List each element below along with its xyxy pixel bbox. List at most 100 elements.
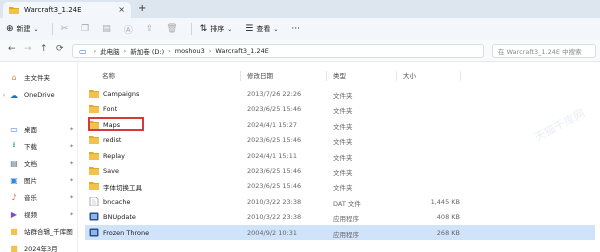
tab-warcraft3[interactable]: Warcraft3_1.24E × (3, 2, 131, 18)
new-tab-button[interactable]: + (138, 3, 146, 14)
chevron-right-icon: › (93, 47, 97, 55)
sidebar-item-folder-1[interactable]: ■ 站群合辑_千库图 (0, 224, 78, 238)
sidebar-item-documents[interactable]: ▤ 文档 ✦ (0, 156, 78, 170)
column-header-date[interactable]: 修改日期 (247, 70, 273, 82)
navigation-pane: ⌂ 主文件夹 › ☁ OneDrive ▭ 桌面 ✦ ⭳ 下载 ✦ ▤ 文档 ✦… (0, 62, 78, 252)
file-row[interactable]: Maps 2024/4/1 15:27 文件夹 (85, 117, 595, 132)
file-type: 文件夹 (333, 92, 353, 100)
view-label: 查看 (256, 25, 271, 33)
file-row[interactable]: Campaigns 2013/7/26 22:26 文件夹 (85, 86, 595, 101)
video-icon: ▶ (10, 209, 18, 219)
column-divider[interactable] (326, 71, 327, 81)
music-icon: ♪ (11, 192, 17, 202)
view-button[interactable]: ☰ 查看 ⌄ (245, 24, 281, 34)
sidebar-item-onedrive[interactable]: › ☁ OneDrive (0, 88, 78, 102)
file-list: 名称 修改日期 类型 大小 Campaigns 2013/7/26 22:26 文件… (80, 62, 600, 252)
file-row[interactable]: bncache 2010/3/22 23:38 DAT 文件 1,445 KB (85, 194, 595, 209)
sidebar-item-label: 下载 (24, 143, 37, 151)
sidebar-item-label: 桌面 (24, 126, 37, 134)
file-type: 文件夹 (333, 153, 353, 162)
sidebar-item-folder-2[interactable]: ■ 2024年3月 (0, 241, 78, 252)
file-row[interactable]: redist 2023/6/25 15:46 文件夹 (85, 132, 595, 147)
file-row[interactable]: Frozen Throne 2004/9/2 10:31 应用程序 268 KB (85, 224, 595, 240)
chevron-right-icon: › (208, 47, 212, 55)
search-placeholder: 在 Warcraft3_1.24E 中搜索 (498, 48, 582, 56)
file-date: 2023/6/25 15:46 (247, 136, 302, 145)
share-button[interactable]: ⇪ (146, 24, 157, 34)
up-icon[interactable]: ↑ (40, 44, 48, 54)
copy-icon: ❐ (81, 24, 90, 34)
folder-icon (89, 182, 99, 191)
more-button[interactable]: ··· (291, 24, 303, 34)
file-row[interactable]: Replay 2024/4/1 15:11 文件夹 (85, 148, 595, 163)
sort-icon: ⇅ (199, 24, 208, 34)
divider (190, 23, 192, 35)
pin-icon: ✦ (68, 125, 74, 133)
folder-icon (89, 136, 99, 145)
address-row: ← → ↑ ⟳ ▭ › 此电脑 › 新加卷 (D:) › moshou3 › W… (0, 40, 600, 62)
forward-icon[interactable]: → (24, 44, 32, 54)
file-type: 文件夹 (333, 122, 353, 131)
sidebar-item-home[interactable]: ⌂ 主文件夹 (0, 70, 78, 84)
chevron-down-icon: ⌄ (227, 25, 233, 33)
tab-title: Warcraft3_1.24E (24, 6, 82, 14)
sidebar-item-music[interactable]: ♪ 音乐 ✦ (0, 190, 78, 204)
column-header-name[interactable]: 名称 (102, 70, 115, 82)
desktop-icon: ▭ (10, 124, 18, 134)
search-input[interactable]: 在 Warcraft3_1.24E 中搜索 (492, 44, 596, 58)
file-date: 2013/7/26 22:26 (247, 90, 302, 98)
column-header-type[interactable]: 类型 (333, 70, 346, 82)
file-name: Replay (103, 151, 125, 160)
address-bar[interactable]: ▭ › 此电脑 › 新加卷 (D:) › moshou3 › Warcraft3… (72, 44, 484, 58)
share-icon: ⇪ (145, 24, 154, 34)
refresh-icon[interactable]: ⟳ (56, 44, 64, 54)
sidebar-item-label: 2024年3月 (24, 245, 58, 252)
column-divider[interactable] (240, 71, 241, 81)
sidebar-item-videos[interactable]: ▶ 视频 ✦ (0, 207, 78, 221)
column-divider[interactable] (460, 71, 461, 81)
breadcrumb-moshou3[interactable]: moshou3 (175, 47, 205, 55)
column-header-size[interactable]: 大小 (403, 70, 416, 82)
sort-button[interactable]: ⇅ 排序 ⌄ (200, 24, 236, 34)
file-size: 408 KB (436, 213, 460, 222)
file-row[interactable]: 字体切换工具 2023/6/25 15:46 文件夹 (85, 178, 595, 193)
sidebar-item-label: 图片 (24, 177, 37, 185)
file-date: 2023/6/25 15:46 (247, 182, 302, 191)
command-bar: ⊕ 新建 ⌄ ✂ ❐ ▤ Ⓐ ⇪ 🗑 ⇅ 排序 ⌄ ☰ 查看 ⌄ ··· (0, 18, 600, 40)
sidebar-item-label: 主文件夹 (24, 74, 50, 82)
sidebar-item-label: OneDrive (24, 91, 55, 99)
column-divider[interactable] (396, 71, 397, 81)
chevron-down-icon: ⌄ (273, 25, 279, 33)
file-name: Font (103, 105, 118, 114)
delete-button[interactable]: 🗑 (166, 24, 180, 34)
file-row[interactable]: BNUpdate 2010/3/22 23:38 应用程序 408 KB (85, 209, 595, 224)
back-icon[interactable]: ← (8, 44, 16, 54)
annotation-highlight-box (88, 116, 144, 131)
folder-icon (9, 7, 19, 14)
cut-button[interactable]: ✂ (61, 24, 72, 34)
copy-button[interactable]: ❐ (81, 24, 92, 34)
file-type: 文件夹 (333, 138, 353, 147)
new-button[interactable]: ⊕ 新建 ⌄ (6, 24, 42, 34)
breadcrumb-this-pc[interactable]: 此电脑 (100, 46, 120, 56)
view-icon: ☰ (245, 24, 254, 34)
breadcrumb-drive[interactable]: 新加卷 (D:) (130, 46, 164, 56)
file-date: 2024/4/1 15:11 (247, 151, 297, 160)
file-name: Campaigns (103, 90, 140, 98)
sidebar-item-downloads[interactable]: ⭳ 下载 ✦ (0, 139, 78, 153)
file-name: 字体切换工具 (103, 184, 142, 193)
paste-button[interactable]: ▤ (102, 24, 114, 34)
file-type: 文件夹 (333, 107, 353, 116)
sidebar-item-desktop[interactable]: ▭ 桌面 ✦ (0, 122, 78, 136)
paste-icon: ▤ (102, 24, 111, 34)
chevron-right-icon: › (123, 47, 127, 55)
file-date: 2024/4/1 15:27 (247, 120, 297, 129)
file-row[interactable]: Save 2023/6/25 15:46 文件夹 (85, 163, 595, 178)
sidebar-item-label: 站群合辑_千库图 (24, 228, 73, 236)
breadcrumb-warcraft3[interactable]: Warcraft3_1.24E (215, 47, 268, 55)
close-icon[interactable]: × (118, 5, 125, 14)
file-row[interactable]: Font 2023/6/25 15:46 文件夹 (85, 101, 595, 116)
document-icon: ▤ (10, 158, 18, 168)
rename-button[interactable]: Ⓐ (124, 23, 136, 36)
sidebar-item-pictures[interactable]: ▣ 图片 ✦ (0, 173, 78, 187)
